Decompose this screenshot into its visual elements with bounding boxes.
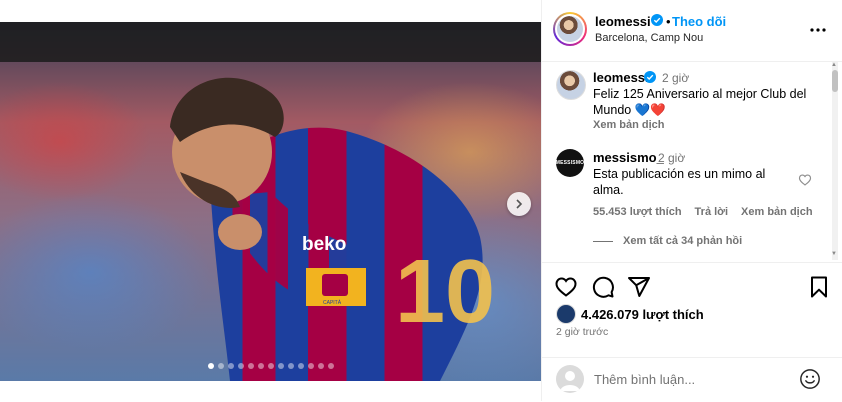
comment-meta: 55.453 lượt thích Trả lời Xem bản dịch xyxy=(593,206,813,218)
add-comment-bar xyxy=(542,357,842,402)
post-header: leomessi • Theo dõi Barcelona, Camp Nou xyxy=(542,0,842,62)
carousel-dot xyxy=(297,363,304,369)
emoji-picker-icon[interactable] xyxy=(799,368,821,390)
share-send-icon[interactable] xyxy=(627,275,651,299)
comment-time: 2 giờ xyxy=(658,151,686,165)
caption-translate-link[interactable]: Xem bản dịch xyxy=(593,119,665,131)
post-media[interactable]: beko CAPITÀ 10 xyxy=(0,22,541,381)
separator-dot: • xyxy=(666,14,671,29)
avatar xyxy=(557,16,583,42)
comment-text: Esta publicación es un mimo al alma. xyxy=(593,167,766,197)
club-crest xyxy=(322,274,348,296)
comment-translate-link[interactable]: Xem bản dịch xyxy=(741,206,813,218)
comment-likes-count[interactable]: 55.453 lượt thích xyxy=(593,206,682,218)
carousel-dot xyxy=(227,363,234,369)
comment-avatar[interactable]: MESSISMO xyxy=(556,149,584,177)
comment-icon[interactable] xyxy=(591,275,615,299)
caption-username[interactable]: leomessi xyxy=(593,70,649,85)
comments-scrollbar[interactable]: ▲ ▼ xyxy=(829,62,841,260)
verified-badge-icon xyxy=(651,14,663,26)
scroll-down-arrow-icon[interactable]: ▼ xyxy=(831,251,837,257)
comment-like-heart-icon[interactable] xyxy=(798,173,812,187)
carousel-dot xyxy=(247,363,254,369)
carousel-dot xyxy=(257,363,264,369)
default-user-icon xyxy=(560,371,580,391)
likes-summary: 4.426.079 lượt thích xyxy=(556,304,704,324)
caption-avatar[interactable] xyxy=(556,70,586,100)
chevron-right-icon xyxy=(516,199,523,209)
jersey-number: 10 xyxy=(395,242,495,342)
caption-text: Feliz 125 Aniversario al mejor Club del … xyxy=(593,87,807,117)
carousel-dot xyxy=(307,363,314,369)
jersey-sponsor: beko xyxy=(302,234,346,255)
carousel-indicator xyxy=(0,363,541,369)
carousel-dot xyxy=(217,363,224,369)
post-timestamp[interactable]: 2 giờ trước xyxy=(556,326,608,338)
view-replies-link[interactable]: Xem tất cả 34 phản hồi xyxy=(593,235,742,247)
carousel-dot xyxy=(327,363,334,369)
follow-button[interactable]: Theo dõi xyxy=(672,14,726,29)
more-options-icon[interactable] xyxy=(808,20,828,40)
carousel-dot xyxy=(317,363,324,369)
scroll-up-arrow-icon[interactable]: ▲ xyxy=(831,62,837,68)
view-replies-label: Xem tất cả 34 phản hồi xyxy=(623,235,743,247)
post-side-panel: leomessi • Theo dõi Barcelona, Camp Nou … xyxy=(541,0,842,401)
carousel-next-button[interactable] xyxy=(507,192,531,216)
comment-username[interactable]: messismo_ xyxy=(593,150,664,165)
current-user-avatar xyxy=(556,365,584,393)
action-bar xyxy=(542,262,842,303)
likes-count[interactable]: 4.426.079 lượt thích xyxy=(581,307,704,322)
like-heart-icon[interactable] xyxy=(554,275,578,299)
carousel-dot xyxy=(237,363,244,369)
replies-divider xyxy=(593,240,613,242)
post-location[interactable]: Barcelona, Camp Nou xyxy=(595,32,703,44)
verified-badge-icon xyxy=(644,71,656,83)
carousel-dot xyxy=(207,363,214,369)
carousel-dot xyxy=(267,363,274,369)
scrollbar-thumb[interactable] xyxy=(832,70,838,92)
caption-time: 2 giờ xyxy=(662,71,690,85)
save-bookmark-icon[interactable] xyxy=(807,275,831,299)
comments-list: leomessi 2 giờ Feliz 125 Aniversario al … xyxy=(542,62,828,260)
comment-input[interactable] xyxy=(594,370,774,388)
carousel-dot xyxy=(277,363,284,369)
instagram-post: beko CAPITÀ 10 leomessi • Theo dõi Barce… xyxy=(0,0,842,401)
liker-avatar[interactable] xyxy=(556,304,576,324)
carousel-dot xyxy=(287,363,294,369)
comment-avatar-text: MESSISMO xyxy=(555,160,585,166)
armband-text: CAPITÀ xyxy=(323,299,342,306)
post-photo: beko CAPITÀ 10 xyxy=(0,22,541,381)
comment-reply-link[interactable]: Trả lời xyxy=(695,206,729,218)
story-avatar[interactable] xyxy=(553,12,587,46)
author-username[interactable]: leomessi xyxy=(595,14,651,29)
